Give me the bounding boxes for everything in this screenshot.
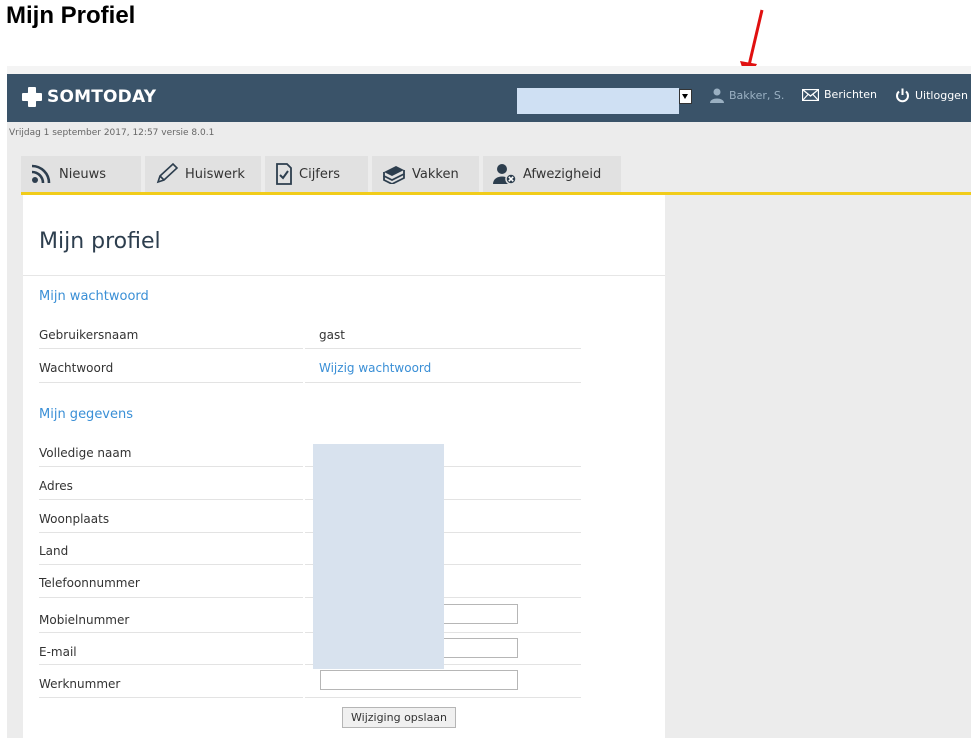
row-divider: [39, 382, 303, 383]
logo[interactable]: SOMTODAY: [21, 86, 156, 108]
tab-afwezigheid[interactable]: Afwezigheid: [483, 156, 621, 192]
power-icon: [896, 88, 909, 103]
full-name-label: Volledige naam: [39, 446, 132, 460]
email-label: E-mail: [39, 645, 77, 659]
top-navigation-bar: SOMTODAY Bakker, S. Berichten Uitloggen: [7, 74, 971, 122]
search-input[interactable]: [517, 88, 679, 114]
tab-label: Afwezigheid: [523, 166, 602, 182]
username-value: gast: [319, 328, 345, 342]
change-password-link[interactable]: Wijzig wachtwoord: [319, 361, 431, 375]
city-label: Woonplaats: [39, 512, 110, 526]
row-divider: [39, 597, 303, 598]
tab-label: Nieuws: [59, 166, 106, 182]
envelope-icon: [802, 88, 819, 101]
user-absent-icon: [493, 164, 517, 185]
row-divider: [39, 697, 303, 698]
messages-label: Berichten: [824, 88, 877, 101]
tab-label: Huiswerk: [185, 166, 245, 182]
divider: [23, 275, 665, 276]
save-changes-button[interactable]: Wijziging opslaan: [342, 707, 457, 728]
books-icon: [383, 166, 405, 184]
address-label: Adres: [39, 479, 73, 493]
user-name: Bakker, S.: [729, 89, 785, 102]
logout-link[interactable]: Uitloggen: [895, 88, 968, 103]
status-line: Vrijdag 1 september 2017, 12:57 versie 8…: [9, 128, 215, 138]
row-divider: [39, 466, 303, 467]
row-divider: [305, 697, 581, 698]
messages-link[interactable]: Berichten: [802, 88, 877, 101]
row-divider: [39, 664, 303, 665]
row-divider: [39, 348, 303, 349]
checked-document-icon: [276, 163, 292, 185]
tab-label: Cijfers: [299, 166, 340, 182]
work-number-field[interactable]: [320, 670, 518, 690]
window-strip: [7, 66, 971, 74]
profile-panel: Mijn profiel Mijn wachtwoord Gebruikersn…: [23, 195, 665, 738]
details-section-heading: Mijn gegevens: [39, 407, 134, 422]
phone-label: Telefoonnummer: [39, 576, 140, 590]
mobile-label: Mobielnummer: [39, 613, 130, 627]
work-number-label: Werknummer: [39, 677, 121, 691]
tab-huiswerk[interactable]: Huiswerk: [145, 156, 261, 192]
search-dropdown-button[interactable]: [679, 89, 692, 104]
tab-label: Vakken: [412, 166, 459, 182]
user-menu[interactable]: Bakker, S.: [710, 88, 784, 103]
username-label: Gebruikersnaam: [39, 328, 139, 342]
row-divider: [305, 382, 581, 383]
page-title: Mijn profiel: [39, 229, 161, 254]
password-section-heading: Mijn wachtwoord: [39, 289, 149, 304]
document-title: Mijn Profiel: [6, 2, 136, 29]
country-label: Land: [39, 544, 69, 558]
app-screenshot: SOMTODAY Bakker, S. Berichten Uitloggen …: [7, 66, 971, 738]
tab-vakken[interactable]: Vakken: [372, 156, 479, 192]
row-divider: [39, 632, 303, 633]
tab-nieuws[interactable]: Nieuws: [21, 156, 141, 192]
row-divider: [39, 499, 303, 500]
brand-name: SOMTODAY: [47, 87, 157, 107]
row-divider: [305, 348, 581, 349]
row-divider: [39, 564, 303, 565]
pencil-icon: [156, 163, 179, 184]
tab-cijfers[interactable]: Cijfers: [265, 156, 368, 192]
user-icon: [710, 88, 724, 103]
redacted-personal-data: [313, 444, 444, 669]
password-label: Wachtwoord: [39, 361, 114, 375]
main-tabs: Nieuws Huiswerk Cijfers Vakken Afwezighe…: [21, 156, 625, 192]
rss-icon: [31, 164, 51, 184]
somtoday-logo-icon: [22, 87, 42, 107]
logout-label: Uitloggen: [915, 89, 968, 102]
row-divider: [39, 532, 303, 533]
